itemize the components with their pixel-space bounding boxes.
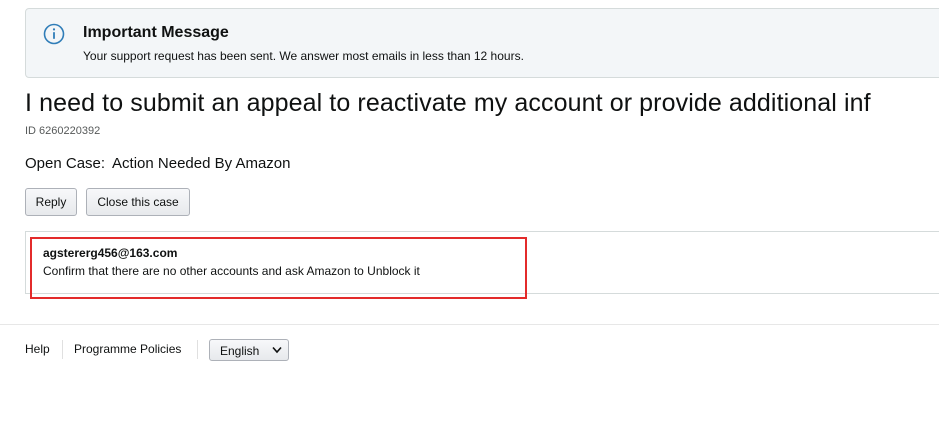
important-message-alert: Important Message Your support request h… [25,8,939,78]
footer-separator [197,340,198,359]
case-id: ID 6260220392 [25,125,101,137]
close-case-button[interactable]: Close this case [86,188,190,216]
info-icon [43,23,65,45]
alert-body: Your support request has been sent. We a… [83,49,524,63]
chevron-down-icon [272,346,282,354]
reply-button[interactable]: Reply [25,188,77,216]
programme-policies-link[interactable]: Programme Policies [74,342,181,356]
language-select[interactable]: English [209,339,289,361]
case-status-value: Action Needed By Amazon [112,155,291,172]
help-link[interactable]: Help [25,342,50,356]
case-status: Open Case: Action Needed By Amazon [25,155,291,172]
language-select-value: English [220,344,260,358]
footer-separator [62,340,63,359]
footer-divider [0,324,939,325]
message-sender: agstererg456@163.com [43,246,178,260]
case-status-label: Open Case: [25,155,106,172]
case-title: I need to submit an appeal to reactivate… [25,89,871,117]
message-body: Confirm that there are no other accounts… [43,264,420,278]
alert-title: Important Message [83,24,229,41]
